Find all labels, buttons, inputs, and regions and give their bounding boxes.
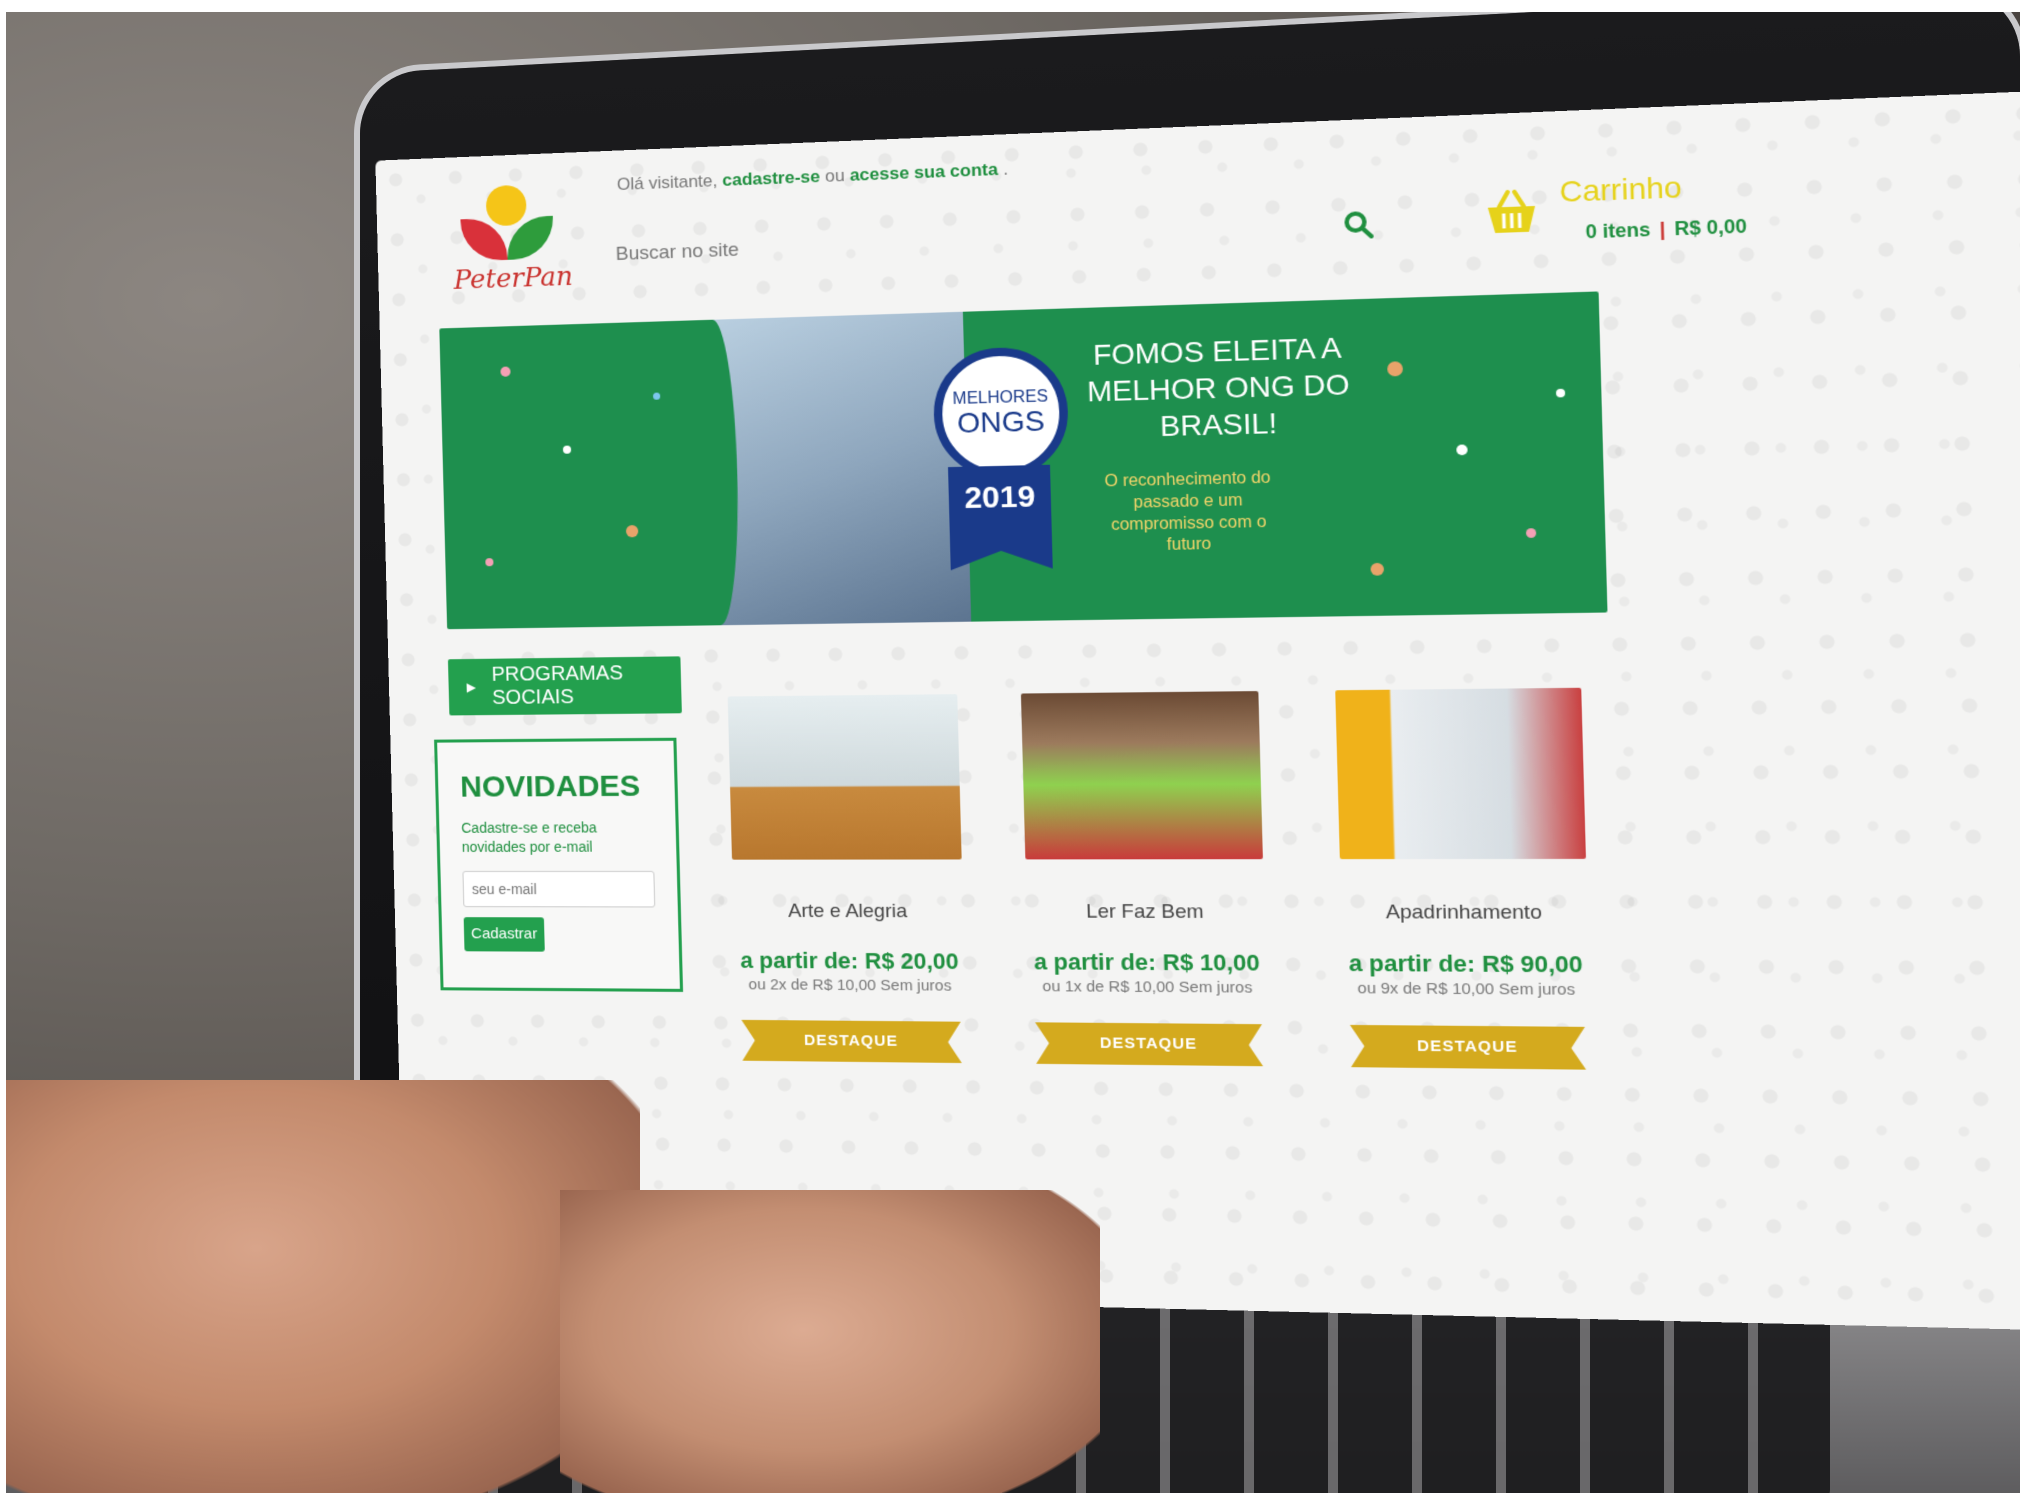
product-installments: ou 1x de R$ 10,00 Sem juros xyxy=(1042,977,1253,997)
confetti-dot xyxy=(1555,388,1566,398)
greeting: Olá visitante, cadastre-se ou acesse sua… xyxy=(617,159,1009,195)
product-image[interactable] xyxy=(1335,687,1586,860)
confetti-dot xyxy=(485,558,494,567)
signup-link[interactable]: cadastre-se xyxy=(722,167,820,190)
badge-ribbon: 2019 xyxy=(948,465,1053,571)
greeting-or: ou xyxy=(824,165,846,186)
product-card[interactable]: Ler Faz Bem a partir de: R$ 10,00 ou 1x … xyxy=(1005,691,1285,1067)
cart-summary: 0 itens | R$ 0,00 xyxy=(1585,215,1747,243)
search-icon xyxy=(1342,209,1376,242)
product-image[interactable] xyxy=(727,694,962,860)
confetti-dot xyxy=(1370,562,1385,576)
product-installments: ou 2x de R$ 10,00 Sem juros xyxy=(748,976,952,995)
play-arrow-icon: ▶ xyxy=(466,680,477,695)
cart-separator: | xyxy=(1659,218,1666,241)
product-card[interactable]: Arte e Alegria a partir de: R$ 20,00 ou … xyxy=(712,694,983,1063)
featured-tag: DESTAQUE xyxy=(1035,1022,1263,1066)
newsletter-submit-button[interactable]: Cadastrar xyxy=(463,916,545,952)
confetti-dot xyxy=(1456,444,1468,456)
login-link[interactable]: acesse sua conta xyxy=(849,159,998,184)
greeting-suffix: . xyxy=(1002,159,1009,179)
hero-banner[interactable]: MELHORES ONGS 2019 FOMOS ELEITA A MELHOR… xyxy=(439,291,1608,630)
confetti-dot xyxy=(625,525,639,538)
smiley-face-icon xyxy=(485,184,527,227)
product-price: a partir de: R$ 20,00 xyxy=(739,947,959,975)
newsletter-title: NOVIDADES xyxy=(459,769,641,804)
product-name[interactable]: Ler Faz Bem xyxy=(1011,901,1282,925)
programs-button[interactable]: ▶ PROGRAMAS SOCIAIS xyxy=(447,656,682,716)
confetti-dot xyxy=(500,366,511,377)
logo-text: PeterPan xyxy=(453,261,574,296)
product-list: Arte e Alegria a partir de: R$ 20,00 ou … xyxy=(712,687,1657,1181)
badge-line2: ONGS xyxy=(956,404,1046,439)
product-installments: ou 9x de R$ 10,00 Sem juros xyxy=(1357,979,1576,999)
confetti-dot xyxy=(562,445,572,454)
programs-label: PROGRAMAS SOCIAIS xyxy=(491,662,624,710)
cart-items-count: 0 itens xyxy=(1585,218,1651,243)
confetti-dot xyxy=(1525,528,1537,538)
banner-headline: FOMOS ELEITA A MELHOR ONG DO BRASIL! xyxy=(1086,331,1351,443)
left-hand xyxy=(0,1080,640,1501)
confetti-dot xyxy=(1387,361,1404,377)
frame-bottom xyxy=(0,1493,2020,1501)
confetti-dot xyxy=(652,392,661,400)
right-hand xyxy=(560,1190,1100,1501)
featured-tag: DESTAQUE xyxy=(741,1020,961,1063)
featured-tag: DESTAQUE xyxy=(1350,1025,1586,1070)
logo[interactable]: PeterPan xyxy=(446,183,573,308)
newsletter-box: NOVIDADES Cadastre-se e receba novidades… xyxy=(434,737,684,992)
newsletter-email-input[interactable] xyxy=(462,870,656,908)
search-button[interactable] xyxy=(1339,205,1380,244)
frame-top xyxy=(0,0,2020,12)
product-price: a partir de: R$ 90,00 xyxy=(1348,949,1584,978)
product-name[interactable]: Arte e Alegria xyxy=(718,900,980,923)
child-photo xyxy=(712,311,972,626)
banner-subtext: O reconhecimento do passado e um comprom… xyxy=(1104,469,1271,555)
product-image[interactable] xyxy=(1020,691,1263,860)
cart-title: Carrinho xyxy=(1559,170,1683,209)
search-input[interactable] xyxy=(613,206,1295,279)
product-card[interactable]: Apadrinhamento a partir de: R$ 90,00 ou … xyxy=(1319,687,1609,1070)
product-price: a partir de: R$ 10,00 xyxy=(1033,948,1261,976)
basket-icon xyxy=(1487,187,1536,238)
cart-widget[interactable]: Carrinho 0 itens | R$ 0,00 xyxy=(1483,167,1782,274)
cart-total: R$ 0,00 xyxy=(1674,215,1748,240)
product-name[interactable]: Apadrinhamento xyxy=(1324,901,1604,925)
greeting-prefix: Olá visitante, xyxy=(616,170,718,195)
frame-left xyxy=(0,0,6,1501)
newsletter-text: Cadastre-se e receba novidades por e-mai… xyxy=(461,819,598,855)
